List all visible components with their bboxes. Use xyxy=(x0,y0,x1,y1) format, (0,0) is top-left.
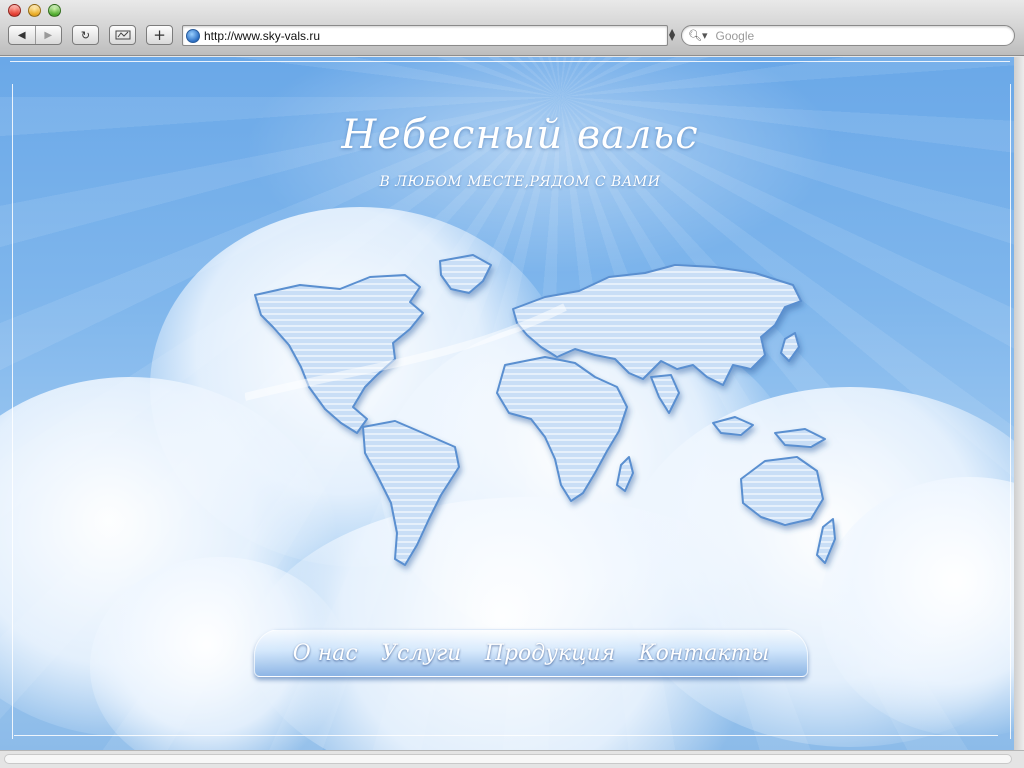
frame-right-line xyxy=(1010,84,1011,739)
reload-button[interactable]: ↻ xyxy=(72,25,99,45)
back-forward-buttons: ◀ ▶ xyxy=(8,25,62,45)
address-bar[interactable]: http://www.sky-vals.ru xyxy=(182,25,668,46)
north-america-shape xyxy=(254,274,424,434)
menu-item-contacts[interactable]: Контакты xyxy=(639,641,770,666)
frame-top-line xyxy=(10,61,1010,62)
forward-button[interactable]: ▶ xyxy=(34,26,62,44)
menu-item-products[interactable]: Продукция xyxy=(485,641,615,666)
close-window-button[interactable] xyxy=(8,4,21,17)
zoom-window-button[interactable] xyxy=(48,4,61,17)
site-title: Небесный вальс xyxy=(341,112,699,158)
horizontal-scrollbar[interactable] xyxy=(4,754,1012,764)
india-shape xyxy=(650,374,680,414)
australia-shape xyxy=(740,456,824,526)
search-input[interactable] xyxy=(713,27,994,44)
africa-shape xyxy=(496,356,628,502)
back-button[interactable]: ◀ xyxy=(9,26,35,44)
frame-bottom-line xyxy=(14,735,998,736)
south-america-shape xyxy=(362,420,460,566)
search-field[interactable]: 🔍︎▾ xyxy=(681,25,1015,46)
main-menu: О нас Услуги Продукция Контакты xyxy=(254,629,808,677)
site-tagline: В ЛЮБОМ МЕСТЕ,РЯДОМ С ВАМИ xyxy=(379,174,661,190)
menu-item-services[interactable]: Услуги xyxy=(381,641,461,666)
search-icon[interactable]: 🔍︎▾ xyxy=(688,29,708,42)
url-text[interactable]: http://www.sky-vals.ru xyxy=(204,29,320,43)
url-dropdown-icon[interactable]: ▲ ▼ xyxy=(669,28,675,42)
greenland-shape xyxy=(439,254,492,294)
indonesia-shape xyxy=(712,416,754,436)
window-controls xyxy=(8,4,61,17)
menu-item-about[interactable]: О нас xyxy=(293,641,358,666)
madagascar-shape xyxy=(616,456,634,492)
minimize-window-button[interactable] xyxy=(28,4,41,17)
japan-shape xyxy=(780,332,800,362)
globe-icon xyxy=(186,28,200,43)
snapback-button[interactable] xyxy=(109,25,136,45)
snapback-icon xyxy=(115,30,130,40)
browser-toolbar: ◀ ▶ ↻ + http://www.sky-vals.ru ▲ ▼ 🔍︎▾ xyxy=(0,0,1024,56)
page-viewport: Небесный вальс В ЛЮБОМ МЕСТЕ,РЯДОМ С ВАМ… xyxy=(0,57,1024,750)
add-bookmark-button[interactable]: + xyxy=(146,25,173,45)
vertical-scrollbar[interactable] xyxy=(1014,57,1024,750)
new-guinea-shape xyxy=(774,428,826,448)
world-map xyxy=(245,254,836,566)
new-zealand-shape xyxy=(816,518,836,564)
frame-left-line xyxy=(12,84,13,739)
